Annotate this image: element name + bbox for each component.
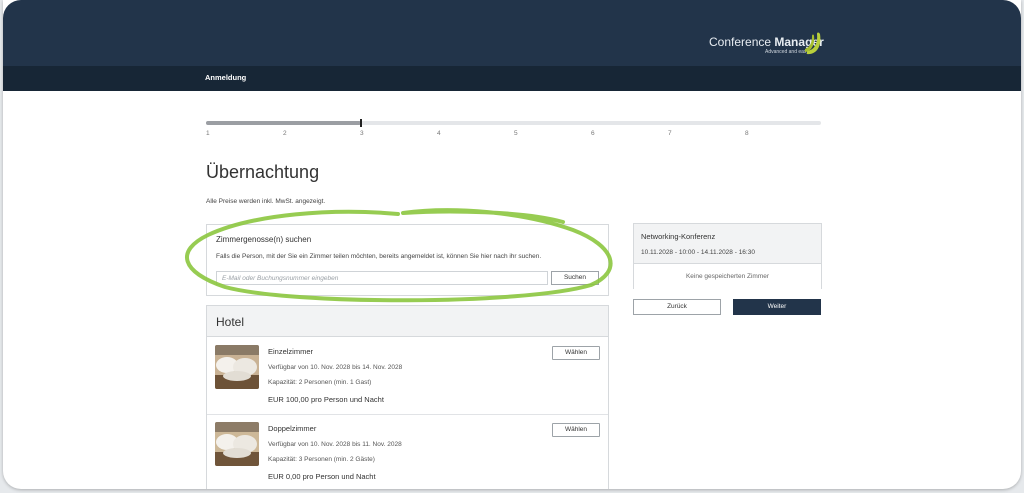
room-row: Doppelzimmer Verfügbar von 10. Nov. 2028… [207, 414, 608, 489]
top-header: Conference Manager Advanced and easy [3, 0, 1021, 66]
hotel-card: Hotel Einzelzimmer Verfügbar von 10. Nov… [206, 305, 609, 489]
event-title: Networking-Konferenz [641, 232, 716, 241]
vat-note: Alle Preise werden inkl. MwSt. angezeigt… [206, 198, 326, 205]
hotel-header: Hotel [207, 306, 608, 337]
step-progress: 1 2 3 4 5 6 7 8 [206, 119, 821, 140]
roommate-search-button[interactable]: Suchen [551, 271, 599, 285]
select-room-button[interactable]: Wählen [552, 423, 600, 437]
roommate-search-title: Zimmergenosse(n) suchen [216, 235, 312, 244]
step-4: 4 [437, 130, 441, 137]
hotel-title: Hotel [216, 315, 245, 329]
select-room-button[interactable]: Wählen [552, 346, 600, 360]
roommate-search-description: Falls die Person, mit der Sie ein Zimmer… [216, 253, 542, 260]
room-photo [215, 345, 259, 389]
room-availability: Verfügbar von 10. Nov. 2028 bis 14. Nov.… [268, 364, 403, 371]
room-price: EUR 0,00 pro Person und Nacht [268, 472, 376, 481]
room-availability: Verfügbar von 10. Nov. 2028 bis 11. Nov.… [268, 441, 402, 448]
room-price: EUR 100,00 pro Person und Nacht [268, 395, 384, 404]
room-name: Einzelzimmer [268, 347, 314, 356]
step-7: 7 [668, 130, 672, 137]
room-row: Einzelzimmer Verfügbar von 10. Nov. 2028… [207, 337, 608, 415]
progress-current-marker [360, 119, 362, 127]
banana-logo-icon [805, 32, 821, 55]
booking-summary-card: Networking-Konferenz 10.11.2028 - 10:00 … [633, 223, 822, 289]
room-capacity: Kapazität: 2 Personen (min. 1 Gast) [268, 379, 372, 386]
room-capacity: Kapazität: 3 Personen (min. 2 Gäste) [268, 456, 375, 463]
event-dates: 10.11.2028 - 10:00 - 14.11.2028 - 16:30 [641, 249, 755, 256]
roommate-search-input[interactable] [216, 271, 548, 285]
no-saved-rooms-text: Keine gespeicherten Zimmer [685, 273, 770, 280]
saved-rooms-panel: Keine gespeicherten Zimmer [634, 263, 821, 289]
room-name: Doppelzimmer [268, 424, 317, 433]
step-2: 2 [283, 130, 287, 137]
logo-text-regular: Conference [709, 35, 772, 49]
page-title: Übernachtung [206, 162, 320, 182]
app-window: Conference Manager Advanced and easy Anm… [3, 0, 1021, 489]
next-button[interactable]: Weiter [733, 299, 821, 315]
step-8: 8 [745, 130, 749, 137]
nav-item-anmeldung[interactable]: Anmeldung [205, 73, 246, 82]
back-button[interactable]: Zurück [633, 299, 721, 315]
step-5: 5 [514, 130, 518, 137]
step-3: 3 [360, 130, 364, 137]
roommate-search-card: Zimmergenosse(n) suchen Falls die Person… [206, 224, 609, 296]
step-1: 1 [206, 130, 210, 137]
main-nav: Anmeldung [3, 66, 1021, 91]
room-photo [215, 422, 259, 466]
progress-fill [206, 121, 361, 125]
step-6: 6 [591, 130, 595, 137]
